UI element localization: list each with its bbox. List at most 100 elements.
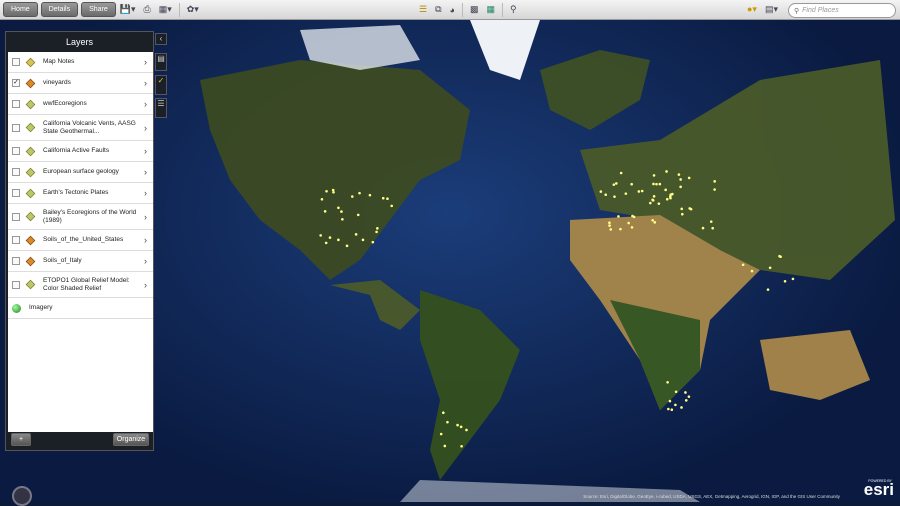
layer-item[interactable]: wwfEcoregions › [8, 94, 153, 115]
vineyard-point[interactable] [613, 195, 616, 198]
basemap-item[interactable]: Imagery [8, 298, 153, 319]
vineyard-point[interactable] [456, 423, 459, 427]
vineyard-point[interactable] [684, 399, 688, 402]
layer-item[interactable]: Map Notes › [8, 52, 153, 73]
vineyard-point[interactable] [637, 190, 641, 193]
vineyard-point[interactable] [337, 238, 340, 242]
vineyard-point[interactable] [680, 207, 684, 211]
chevron-right-icon[interactable]: › [144, 147, 147, 156]
layer-item[interactable]: California Volcanic Vents, AASG State Ge… [8, 115, 153, 141]
layer-checkbox[interactable] [12, 147, 20, 155]
vineyard-point[interactable] [701, 226, 705, 230]
vineyard-point[interactable] [323, 210, 327, 213]
add-layer-button[interactable]: + [11, 433, 31, 446]
vineyard-point[interactable] [465, 428, 468, 432]
vineyard-point[interactable] [390, 204, 394, 208]
layer-checkbox[interactable] [12, 168, 20, 176]
vineyard-point[interactable] [667, 407, 670, 411]
vineyard-point[interactable] [358, 191, 361, 195]
layer-item[interactable]: California Active Faults › [8, 141, 153, 162]
directions-icon[interactable]: ☰ [419, 4, 427, 15]
vineyard-point[interactable] [741, 263, 745, 267]
layer-checkbox[interactable] [12, 100, 20, 108]
layer-item[interactable]: Bailey's Ecoregions of the World (1989) › [8, 204, 153, 230]
vineyard-point[interactable] [783, 279, 787, 283]
bookmarks-icon[interactable]: ▩ [470, 4, 479, 15]
layer-checkbox[interactable] [12, 280, 20, 289]
find-places-input[interactable]: ⚲ Find Places [788, 3, 896, 18]
chevron-right-icon[interactable]: › [144, 280, 147, 289]
vineyard-point[interactable] [459, 425, 463, 429]
vineyard-point[interactable] [674, 390, 678, 394]
chevron-right-icon[interactable]: › [144, 58, 147, 67]
chevron-right-icon[interactable]: › [144, 79, 147, 88]
layer-item[interactable]: Soils_of_Italy › [8, 251, 153, 272]
vineyard-point[interactable] [677, 173, 681, 176]
vineyard-point[interactable] [386, 197, 389, 201]
vineyard-point[interactable] [651, 198, 654, 202]
vineyard-point[interactable] [680, 406, 683, 409]
vineyard-point[interactable] [664, 188, 667, 192]
vineyard-point[interactable] [612, 183, 616, 186]
vineyard-point[interactable] [337, 206, 340, 210]
layer-item[interactable]: ETOPO1 Global Relief Model: Color Shaded… [8, 272, 153, 298]
compass-control[interactable] [12, 486, 32, 506]
vineyard-point[interactable] [666, 380, 669, 384]
vineyard-point[interactable] [361, 238, 365, 242]
vineyard-point[interactable] [332, 190, 335, 194]
vineyard-point[interactable] [679, 178, 682, 181]
content-tab-icon[interactable]: ✓ [155, 75, 167, 95]
home-button[interactable]: Home [3, 2, 38, 17]
vineyard-point[interactable] [665, 170, 668, 173]
vineyard-point[interactable] [687, 395, 691, 398]
chevron-right-icon[interactable]: › [144, 212, 147, 221]
vineyard-point[interactable] [655, 182, 658, 186]
collapse-panel-button[interactable]: ‹ [155, 33, 167, 45]
vineyard-point[interactable] [617, 215, 620, 218]
layer-checkbox[interactable] [12, 58, 20, 66]
chevron-right-icon[interactable]: › [144, 100, 147, 109]
save-icon[interactable]: 💾▾ [120, 4, 136, 15]
vineyard-point[interactable] [354, 233, 358, 236]
vineyard-point[interactable] [381, 196, 385, 200]
vineyard-point[interactable] [791, 277, 795, 281]
vineyard-point[interactable] [684, 391, 687, 394]
vineyard-point[interactable] [709, 220, 713, 223]
vineyard-point[interactable] [325, 189, 328, 193]
layer-checkbox[interactable] [12, 189, 20, 197]
vineyard-point[interactable] [671, 192, 674, 196]
vineyard-point[interactable] [651, 219, 654, 222]
chevron-right-icon[interactable]: › [144, 189, 147, 198]
vineyard-point[interactable] [331, 188, 335, 192]
vineyard-point[interactable] [687, 176, 691, 180]
edit-icon[interactable]: ✿▾ [187, 4, 199, 15]
vineyard-point[interactable] [319, 234, 322, 237]
chevron-right-icon[interactable]: › [144, 123, 147, 132]
layer-item[interactable]: Earth's Tectonic Plates › [8, 183, 153, 204]
vineyard-point[interactable] [624, 192, 628, 195]
vineyard-point[interactable] [356, 213, 360, 217]
vineyard-point[interactable] [442, 411, 445, 415]
vineyard-point[interactable] [670, 408, 674, 411]
vineyard-point[interactable] [688, 207, 691, 210]
vineyard-point[interactable] [340, 210, 343, 213]
vineyard-point[interactable] [766, 288, 770, 291]
vineyard-point[interactable] [652, 195, 656, 198]
vineyard-point[interactable] [779, 255, 782, 259]
vineyard-point[interactable] [713, 180, 716, 183]
vineyard-point[interactable] [649, 201, 652, 205]
vineyard-point[interactable] [653, 221, 657, 224]
vineyard-point[interactable] [713, 188, 716, 191]
basemap-icon[interactable]: ▦▾ [159, 4, 172, 15]
vineyard-point[interactable] [630, 226, 634, 229]
layer-checkbox[interactable] [12, 212, 20, 221]
share-button[interactable]: Share [81, 2, 116, 17]
vineyard-point[interactable] [608, 224, 611, 227]
layer-item[interactable]: Soils_of_the_United_States › [8, 230, 153, 251]
vineyard-point[interactable] [439, 432, 443, 436]
user-icon[interactable]: ●▾ [747, 4, 757, 15]
vineyard-point[interactable] [609, 228, 613, 231]
vineyard-point[interactable] [604, 193, 608, 197]
legend-tab-icon[interactable]: ☰ [155, 98, 167, 118]
vineyard-point[interactable] [630, 182, 633, 186]
